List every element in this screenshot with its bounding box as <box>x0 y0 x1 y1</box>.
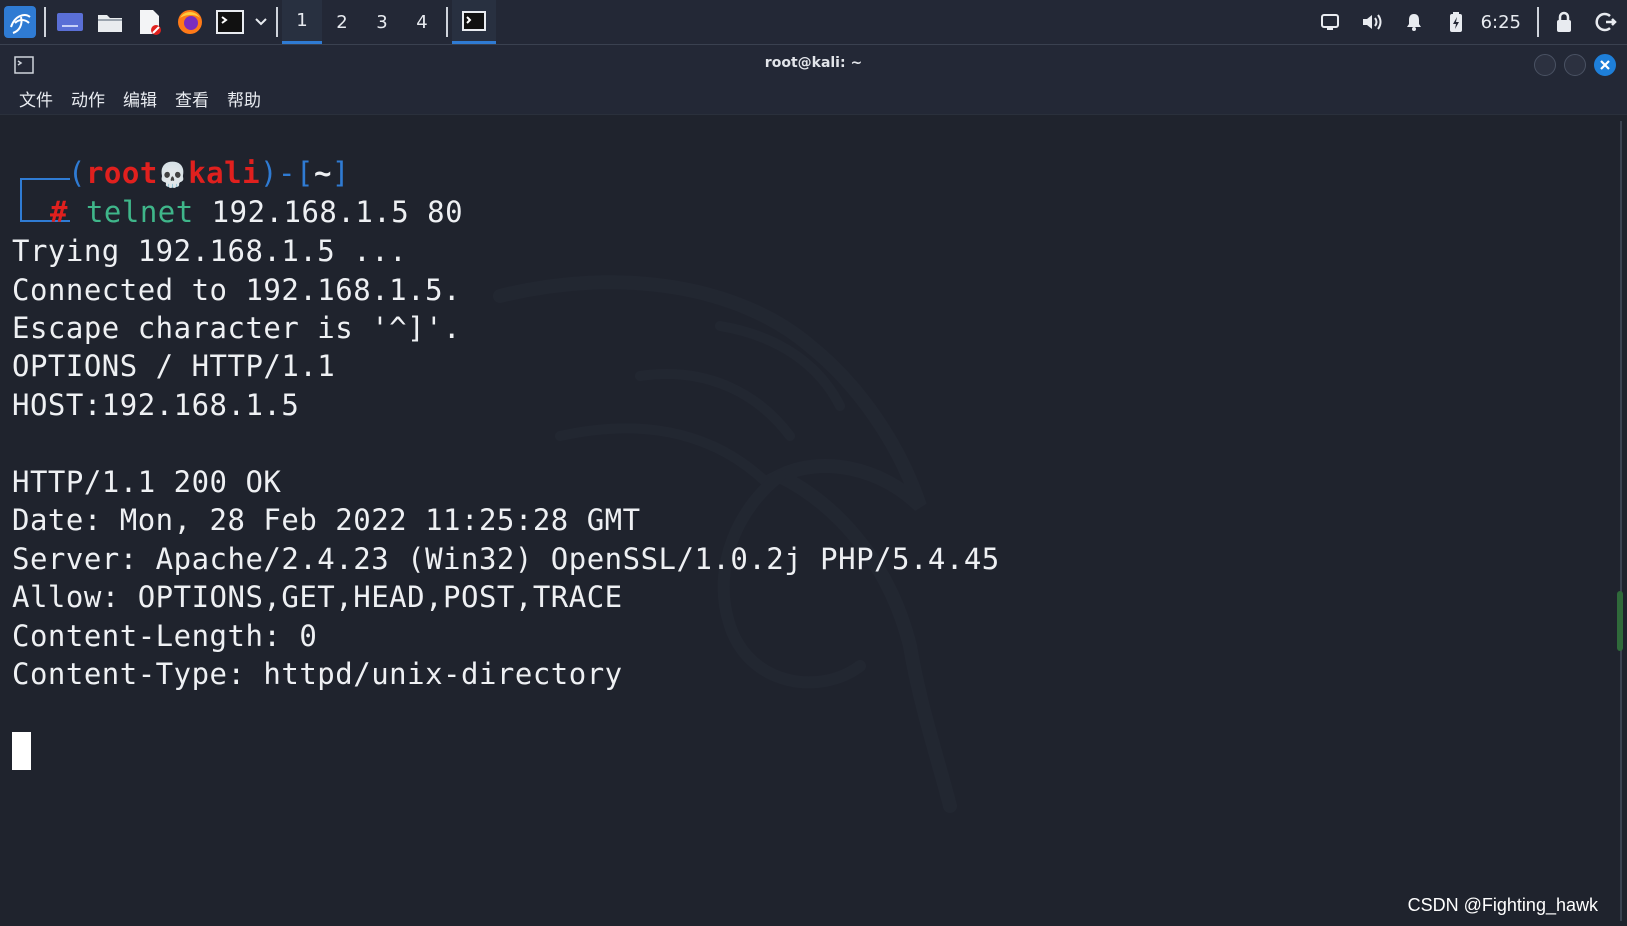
taskbar-terminal-window[interactable] <box>452 0 496 44</box>
output-line: Trying 192.168.1.5 ... <box>12 234 408 268</box>
command-name: telnet <box>85 195 194 229</box>
workspace-3[interactable]: 3 <box>362 0 402 44</box>
close-button[interactable] <box>1594 54 1616 76</box>
workspace-4[interactable]: 4 <box>402 0 442 44</box>
terminal-icon <box>462 10 486 31</box>
lock-screen-icon[interactable] <box>1543 0 1585 44</box>
maximize-button[interactable] <box>1564 54 1586 76</box>
prompt-hash: # <box>50 195 68 229</box>
kali-menu-icon[interactable] <box>0 0 40 44</box>
terminal-scrollbar[interactable] <box>1614 116 1627 926</box>
prompt-dir: ~ <box>313 156 332 190</box>
skull-icon: 💀 <box>157 161 189 189</box>
logout-icon[interactable] <box>1585 0 1627 44</box>
prompt-line-2: # telnet 192.168.1.5 80 <box>50 195 463 229</box>
firefox-icon[interactable] <box>170 0 210 44</box>
output-line: Date: Mon, 28 Feb 2022 11:25:28 GMT <box>12 503 641 537</box>
output-line: Server: Apache/2.4.23 (Win32) OpenSSL/1.… <box>12 542 1000 576</box>
top-panel: 1 2 3 4 6:25 <box>0 0 1627 45</box>
output-line: HOST:192.168.1.5 <box>12 388 300 422</box>
output-line: Allow: OPTIONS,GET,HEAD,POST,TRACE <box>12 580 623 614</box>
terminal-output[interactable]: (root💀kali)-[~] # telnet 192.168.1.5 80 … <box>0 116 1614 926</box>
menu-action[interactable]: 动作 <box>62 86 114 111</box>
panel-separator <box>446 7 448 37</box>
output-line: OPTIONS / HTTP/1.1 <box>12 349 336 383</box>
prompt-open-paren: ( <box>68 156 86 190</box>
prompt-close: ] <box>331 156 350 190</box>
prompt-line-1: (root💀kali)-[~] <box>68 156 350 190</box>
scrollbar-thumb[interactable] <box>1617 591 1623 651</box>
scrollbar-track[interactable] <box>1620 121 1622 921</box>
output-line: Content-Length: 0 <box>12 619 318 653</box>
output-line: HTTP/1.1 200 OK <box>12 465 282 499</box>
terminal-launcher-icon[interactable] <box>210 0 250 44</box>
menu-edit[interactable]: 编辑 <box>114 86 166 111</box>
terminal-cursor <box>12 732 31 770</box>
file-manager-icon[interactable] <box>90 0 130 44</box>
text-editor-icon[interactable] <box>130 0 170 44</box>
panel-separator <box>276 7 278 37</box>
close-icon <box>1600 60 1610 70</box>
workspace-1[interactable]: 1 <box>282 0 322 44</box>
output-line: Escape character is '^]'. <box>12 311 461 345</box>
menu-file[interactable]: 文件 <box>10 86 62 111</box>
panel-separator <box>44 7 46 37</box>
menu-help[interactable]: 帮助 <box>218 86 270 111</box>
menu-view[interactable]: 查看 <box>166 86 218 111</box>
output-line: Connected to 192.168.1.5. <box>12 273 461 307</box>
volume-icon[interactable] <box>1351 0 1393 44</box>
panel-separator <box>1537 7 1539 37</box>
prompt-user: root <box>85 156 158 190</box>
csdn-watermark: CSDN @Fighting_hawk <box>1407 895 1598 915</box>
command-args: 192.168.1.5 80 <box>193 195 464 229</box>
clock[interactable]: 6:25 <box>1477 12 1533 33</box>
output-line: Content-Type: httpd/unix-directory <box>12 657 623 691</box>
window-titlebar[interactable]: root@kali: ~ <box>0 45 1627 83</box>
battery-charging-icon[interactable] <box>1435 0 1477 44</box>
show-desktop-icon[interactable] <box>50 0 90 44</box>
workspace-2[interactable]: 2 <box>322 0 362 44</box>
prompt-separator: )-[ <box>260 156 314 190</box>
notifications-bell-icon[interactable] <box>1393 0 1435 44</box>
minimize-button[interactable] <box>1534 54 1556 76</box>
window-title: root@kali: ~ <box>764 55 863 71</box>
prompt-host: kali <box>188 156 261 190</box>
menu-bar: 文件 动作 编辑 查看 帮助 <box>0 83 1627 115</box>
chevron-down-icon[interactable] <box>250 0 272 44</box>
display-icon[interactable] <box>1309 0 1351 44</box>
